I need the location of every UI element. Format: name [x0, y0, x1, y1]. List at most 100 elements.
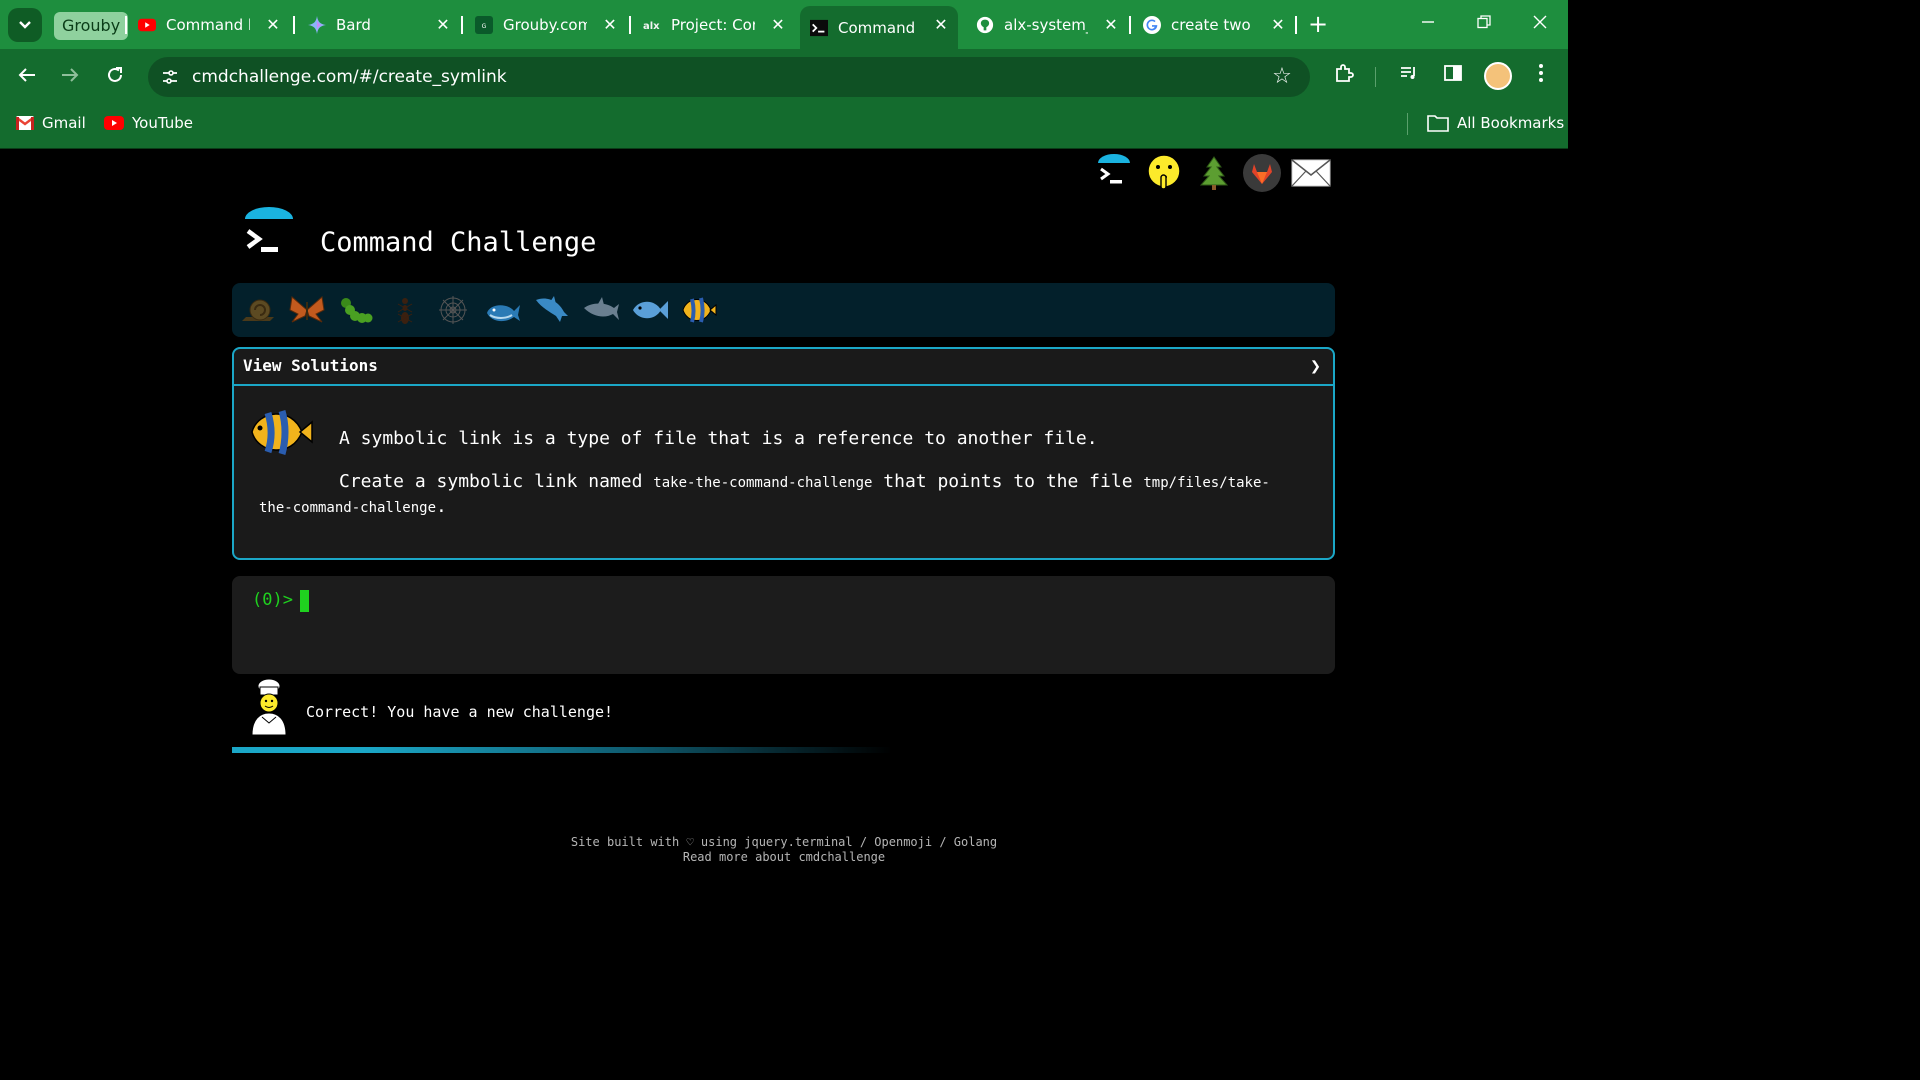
tab-youtube-command-line[interactable]: Command li ✕ — [138, 6, 288, 44]
close-icon[interactable]: ✕ — [932, 16, 950, 34]
restore-button[interactable] — [1469, 10, 1499, 38]
youtube-icon — [104, 116, 124, 130]
chrome-menu-button[interactable] — [1527, 63, 1555, 91]
terminal-logo-link[interactable] — [1092, 153, 1136, 193]
bookmark-youtube[interactable]: YouTube — [104, 105, 193, 141]
dolphin-icon — [536, 296, 568, 322]
media-controls-button[interactable] — [1395, 63, 1423, 91]
success-message: Correct! You have a new challenge! — [306, 703, 614, 721]
tab-command-challenge-active[interactable]: Command C ✕ — [800, 6, 958, 49]
bookmark-gmail[interactable]: Gmail — [16, 105, 86, 141]
tab-divider — [1129, 16, 1131, 34]
challenge-description: A symbolic link is a type of file that i… — [339, 428, 1098, 449]
chevron-down-icon — [19, 21, 31, 29]
bookmark-star-icon[interactable]: ☆ — [1270, 65, 1294, 89]
profile-avatar[interactable] — [1484, 62, 1512, 90]
side-panel-button[interactable] — [1439, 63, 1467, 91]
level-ant[interactable] — [385, 291, 425, 329]
tab-bard[interactable]: Bard ✕ — [308, 6, 458, 44]
kebab-menu-icon — [1539, 64, 1543, 82]
tab-github-alx[interactable]: alx-system_e ✕ — [976, 6, 1126, 44]
google-icon — [1143, 16, 1161, 34]
level-whale[interactable] — [483, 291, 523, 329]
arrow-right-icon — [62, 68, 79, 82]
tree-link[interactable] — [1192, 153, 1236, 193]
fish-icon — [633, 301, 668, 319]
tab-title: Bard — [336, 16, 371, 34]
level-spiderweb[interactable] — [433, 291, 473, 329]
level-dolphin-grey[interactable] — [581, 291, 621, 329]
close-icon[interactable]: ✕ — [769, 16, 787, 34]
shushing-face-icon — [1147, 154, 1181, 190]
close-icon[interactable]: ✕ — [1269, 16, 1287, 34]
level-butterfly[interactable] — [287, 291, 327, 329]
tree-icon — [1199, 156, 1229, 190]
tab-grouby[interactable]: G Grouby.com ✕ — [475, 6, 625, 44]
dolphin-grey-icon — [584, 297, 619, 320]
footer-credits[interactable]: Site built with ♡ using jquery.terminal … — [0, 835, 1568, 850]
tab-title: Project: Con — [671, 16, 755, 34]
tab-group-chip[interactable]: Grouby — [54, 12, 129, 40]
close-icon — [1533, 15, 1547, 29]
site-settings-icon[interactable] — [160, 67, 180, 87]
all-bookmarks-button[interactable]: All Bookmarks — [1427, 105, 1564, 141]
url-text[interactable]: cmdchallenge.com/#/create_symlink — [192, 57, 507, 97]
tab-alx-project[interactable]: alx Project: Con ✕ — [643, 6, 793, 44]
tab-title: create two n — [1171, 16, 1255, 34]
view-solutions-toggle[interactable]: View Solutions ❯ — [234, 349, 1333, 386]
tab-divider — [1295, 16, 1297, 34]
close-icon[interactable]: ✕ — [1102, 16, 1120, 34]
tropical-fish-icon — [248, 404, 314, 464]
level-snail[interactable] — [238, 291, 278, 329]
youtube-icon — [138, 16, 156, 34]
minimize-button[interactable] — [1413, 10, 1443, 38]
bard-sparkle-icon — [308, 16, 326, 34]
site-logo — [242, 207, 296, 263]
chef-icon — [248, 677, 290, 739]
snail-icon — [242, 299, 274, 321]
level-dolphin[interactable] — [531, 291, 571, 329]
tab-google-search[interactable]: create two n ✕ — [1143, 6, 1293, 44]
instruction-text: that points to the file — [883, 471, 1133, 492]
gitlab-link[interactable] — [1240, 153, 1284, 193]
page-content: Command Challenge View Solutions ❯ A sym… — [0, 149, 1568, 882]
svg-text:G: G — [482, 23, 487, 30]
bookmark-label: YouTube — [132, 114, 193, 132]
tropical-fish-icon — [682, 297, 717, 323]
tab-divider — [293, 16, 295, 34]
bookmark-label: Gmail — [42, 114, 86, 132]
close-icon[interactable]: ✕ — [264, 16, 282, 34]
email-link[interactable] — [1289, 153, 1333, 193]
tab-divider — [629, 16, 631, 34]
bookmarks-divider — [1407, 113, 1408, 135]
reload-button[interactable] — [101, 63, 129, 91]
close-window-button[interactable] — [1525, 10, 1555, 38]
tab-divider — [125, 16, 127, 34]
tab-search-button[interactable] — [8, 8, 42, 42]
level-fish[interactable] — [630, 291, 670, 329]
address-bar[interactable]: cmdchallenge.com/#/create_symlink ☆ — [148, 57, 1310, 97]
level-caterpillar[interactable] — [336, 291, 376, 329]
level-tropical-fish[interactable] — [678, 291, 718, 329]
new-tab-button[interactable]: + — [1306, 12, 1330, 36]
terminal-input[interactable]: (0)> — [232, 576, 1335, 674]
back-button[interactable] — [13, 63, 41, 91]
close-icon[interactable]: ✕ — [601, 16, 619, 34]
reload-icon — [108, 67, 122, 82]
terminal-logo-icon — [1098, 154, 1130, 184]
close-icon[interactable]: ✕ — [434, 16, 452, 34]
chevron-right-icon: ❯ — [1310, 356, 1321, 377]
puzzle-icon — [1336, 64, 1354, 82]
view-solutions-label: View Solutions — [243, 356, 378, 375]
gmail-icon — [16, 116, 34, 130]
forward-button[interactable] — [56, 63, 84, 91]
browser-toolbar: cmdchallenge.com/#/create_symlink ☆ — [0, 49, 1568, 105]
shushing-face-link[interactable] — [1142, 153, 1186, 193]
whale-icon — [487, 305, 520, 322]
arrow-left-icon — [18, 68, 35, 82]
footer-read-more-link[interactable]: Read more about cmdchallenge — [0, 850, 1568, 865]
svg-text:alx: alx — [643, 21, 660, 31]
all-bookmarks-label: All Bookmarks — [1457, 114, 1565, 132]
envelope-icon — [1291, 159, 1331, 187]
extensions-button[interactable] — [1330, 63, 1358, 91]
